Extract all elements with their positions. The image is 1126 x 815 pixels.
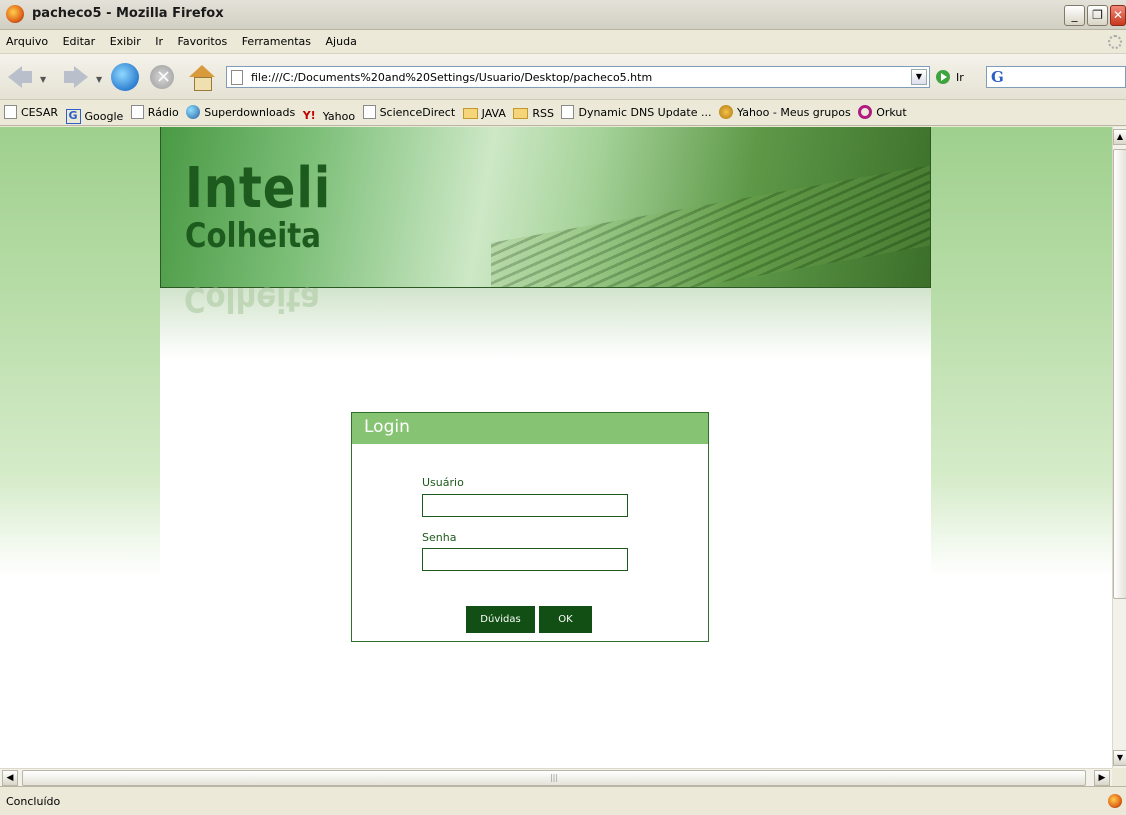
yahoo-icon: Y! bbox=[302, 109, 316, 122]
logo-reflection: Colheita bbox=[184, 279, 320, 319]
menu-bar: Arquivo Editar Exibir Ir Favoritos Ferra… bbox=[0, 30, 1126, 54]
menu-exibir[interactable]: Exibir bbox=[104, 30, 146, 48]
status-text: Concluído bbox=[6, 795, 61, 808]
bookmark-label: Google bbox=[84, 110, 124, 123]
vertical-scroll-thumb[interactable] bbox=[1113, 149, 1126, 599]
bookmark-label: Rádio bbox=[147, 105, 179, 119]
bookmark-radio[interactable]: Rádio bbox=[130, 105, 179, 119]
scroll-up-icon[interactable]: ▲ bbox=[1113, 129, 1126, 145]
login-title: Login bbox=[352, 413, 708, 444]
menu-ajuda[interactable]: Ajuda bbox=[320, 30, 362, 48]
google-icon: G bbox=[65, 109, 81, 124]
page-icon bbox=[231, 70, 243, 85]
page-icon bbox=[4, 105, 17, 119]
page-icon bbox=[561, 105, 575, 119]
horizontal-scroll-thumb[interactable]: ||| bbox=[22, 770, 1086, 786]
page-viewport: Inteli Colheita Colheita Login Usuário S… bbox=[0, 127, 1112, 768]
menu-ir[interactable]: Ir bbox=[149, 30, 168, 48]
people-icon bbox=[719, 105, 733, 119]
forward-arrow-icon[interactable] bbox=[62, 63, 90, 91]
bookmark-folder-java[interactable]: JAVA bbox=[462, 107, 506, 120]
vertical-scrollbar[interactable]: ▲ ▼ bbox=[1112, 127, 1126, 768]
bookmark-label: Yahoo - Meus grupos bbox=[737, 105, 851, 119]
go-icon bbox=[936, 70, 950, 84]
logo-inteli: Inteli bbox=[185, 156, 332, 221]
google-icon[interactable]: G bbox=[991, 68, 1004, 86]
orkut-icon bbox=[858, 105, 873, 119]
help-button[interactable]: Dúvidas bbox=[466, 606, 535, 633]
reload-icon[interactable] bbox=[111, 63, 139, 91]
close-button[interactable]: ✕ bbox=[1110, 5, 1126, 26]
page-icon bbox=[130, 105, 144, 119]
go-button[interactable]: Ir bbox=[936, 70, 964, 84]
search-input[interactable]: G bbox=[986, 66, 1126, 88]
bookmark-dynamic-dns[interactable]: Dynamic DNS Update ... bbox=[561, 105, 712, 119]
bookmarks-toolbar: CESAR G Google Rádio Superdownloads Y! Yah… bbox=[0, 100, 1126, 126]
bookmark-label: JAVA bbox=[481, 107, 506, 120]
ok-button[interactable]: OK bbox=[539, 606, 592, 633]
bookmark-label: ScienceDirect bbox=[379, 105, 456, 119]
address-bar[interactable]: ▼ bbox=[226, 66, 930, 88]
header-banner: Inteli Colheita bbox=[160, 127, 931, 288]
bookmark-label: Superdownloads bbox=[204, 105, 296, 119]
minimize-button[interactable]: _ bbox=[1064, 5, 1085, 26]
home-icon[interactable] bbox=[188, 63, 216, 91]
url-input[interactable] bbox=[251, 69, 891, 85]
status-bar: Concluído bbox=[0, 786, 1126, 815]
bookmark-label: Yahoo bbox=[322, 109, 356, 123]
menu-favoritos[interactable]: Favoritos bbox=[172, 30, 233, 48]
title-bar: pacheco5 - Mozilla Firefox _ ❐ ✕ bbox=[0, 0, 1126, 30]
globe-icon bbox=[186, 105, 201, 119]
bookmark-label: Orkut bbox=[876, 105, 907, 119]
go-label: Ir bbox=[956, 70, 964, 84]
bookmark-superdownloads[interactable]: Superdownloads bbox=[186, 105, 295, 119]
banner-reflection: Colheita bbox=[160, 279, 931, 358]
password-field[interactable] bbox=[422, 548, 628, 571]
username-field[interactable] bbox=[422, 494, 628, 517]
folder-icon bbox=[513, 108, 529, 119]
menu-ferramentas[interactable]: Ferramentas bbox=[236, 30, 316, 48]
field-image bbox=[491, 151, 930, 287]
folder-icon bbox=[462, 108, 478, 119]
chevron-down-icon[interactable]: ▼ bbox=[911, 69, 927, 85]
bookmark-google[interactable]: G Google bbox=[65, 109, 124, 124]
firefox-icon bbox=[6, 5, 24, 23]
window-title: pacheco5 - Mozilla Firefox bbox=[32, 6, 224, 21]
menu-arquivo[interactable]: Arquivo bbox=[0, 30, 53, 48]
forward-dropdown-icon[interactable]: ▼ bbox=[96, 75, 102, 84]
password-label: Senha bbox=[422, 531, 457, 544]
username-label: Usuário bbox=[422, 476, 464, 489]
scroll-right-icon[interactable]: ▶ bbox=[1094, 770, 1110, 786]
throbber-icon bbox=[1108, 35, 1122, 49]
bookmark-sciencedirect[interactable]: ScienceDirect bbox=[362, 105, 456, 119]
horizontal-scrollbar[interactable]: ◀ ||| ▶ bbox=[0, 768, 1112, 786]
stop-icon[interactable] bbox=[150, 65, 174, 89]
restore-button[interactable]: ❐ bbox=[1087, 5, 1108, 26]
login-panel: Login Usuário Senha Dúvidas OK bbox=[351, 412, 709, 642]
navigation-toolbar: ▼ ▼ ▼ Ir G bbox=[0, 54, 1126, 100]
scrollbar-corner bbox=[1112, 768, 1126, 786]
bookmark-folder-rss[interactable]: RSS bbox=[513, 107, 554, 120]
scroll-down-icon[interactable]: ▼ bbox=[1113, 750, 1126, 766]
back-dropdown-icon[interactable]: ▼ bbox=[40, 75, 46, 84]
firefox-status-icon bbox=[1108, 794, 1122, 808]
menu-editar[interactable]: Editar bbox=[57, 30, 101, 48]
bookmark-label: CESAR bbox=[21, 105, 58, 119]
back-arrow-icon[interactable] bbox=[6, 63, 34, 91]
bookmark-label: Dynamic DNS Update ... bbox=[578, 105, 712, 119]
bookmark-cesar[interactable]: CESAR bbox=[4, 105, 58, 119]
bookmark-orkut[interactable]: Orkut bbox=[858, 105, 907, 119]
logo-colheita: Colheita bbox=[185, 216, 321, 256]
bookmark-yahoo[interactable]: Y! Yahoo bbox=[303, 109, 355, 123]
bookmark-label: RSS bbox=[532, 107, 554, 120]
page-icon bbox=[362, 105, 376, 119]
scroll-left-icon[interactable]: ◀ bbox=[2, 770, 18, 786]
bookmark-yahoo-groups[interactable]: Yahoo - Meus grupos bbox=[719, 105, 851, 119]
